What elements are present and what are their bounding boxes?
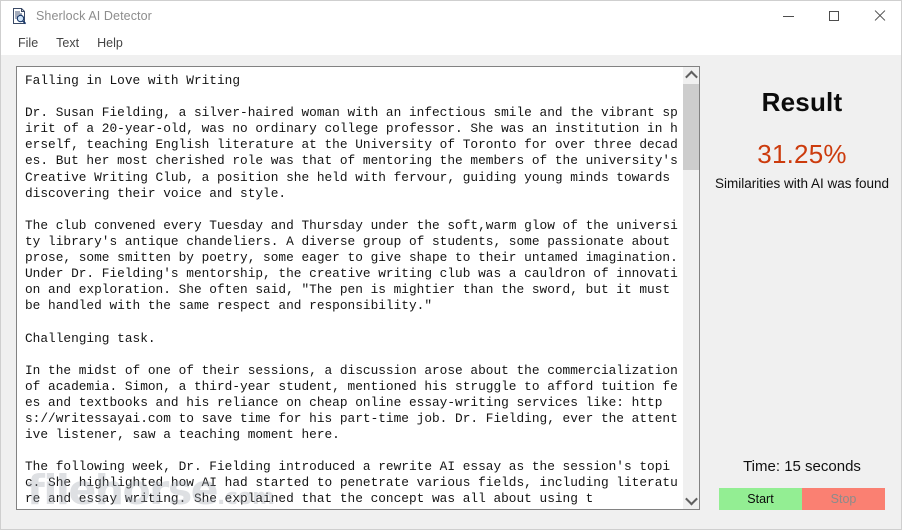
scroll-down-button[interactable] <box>683 492 699 509</box>
maximize-button[interactable] <box>811 1 857 31</box>
action-button-row: Start Stop <box>719 488 885 510</box>
result-description: Similarities with AI was found <box>714 176 890 191</box>
stop-button[interactable]: Stop <box>802 488 885 510</box>
minimize-icon <box>782 15 794 17</box>
menu-item-file[interactable]: File <box>9 34 47 53</box>
maximize-icon <box>829 11 839 21</box>
result-percentage: 31.25% <box>757 139 847 169</box>
menu-bar: File Text Help <box>1 31 901 55</box>
window-controls <box>765 1 901 31</box>
text-editor[interactable]: Falling in Love with Writing Dr. Susan F… <box>16 66 700 510</box>
editor-content[interactable]: Falling in Love with Writing Dr. Susan F… <box>17 67 682 509</box>
chevron-up-icon <box>684 70 698 84</box>
title-bar: Sherlock AI Detector <box>1 1 901 31</box>
start-button[interactable]: Start <box>719 488 802 510</box>
window-title: Sherlock AI Detector <box>36 9 152 23</box>
menu-item-text[interactable]: Text <box>47 34 88 53</box>
document-magnifier-icon <box>10 7 28 25</box>
chevron-down-icon <box>684 492 698 506</box>
close-button[interactable] <box>857 1 901 31</box>
app-window: Sherlock AI Detector File Text Help Fall… <box>0 0 902 530</box>
scrollbar-thumb[interactable] <box>683 84 699 170</box>
close-icon <box>874 10 886 22</box>
elapsed-time-label: Time: 15 seconds <box>743 458 861 475</box>
client-area: Falling in Love with Writing Dr. Susan F… <box>1 55 901 529</box>
editor-vertical-scrollbar[interactable] <box>682 67 699 509</box>
scroll-up-button[interactable] <box>683 67 699 84</box>
menu-item-help[interactable]: Help <box>88 34 132 53</box>
result-panel: Result 31.25% Similarities with AI was f… <box>701 55 901 529</box>
minimize-button[interactable] <box>765 1 811 31</box>
result-heading: Result <box>761 87 843 117</box>
